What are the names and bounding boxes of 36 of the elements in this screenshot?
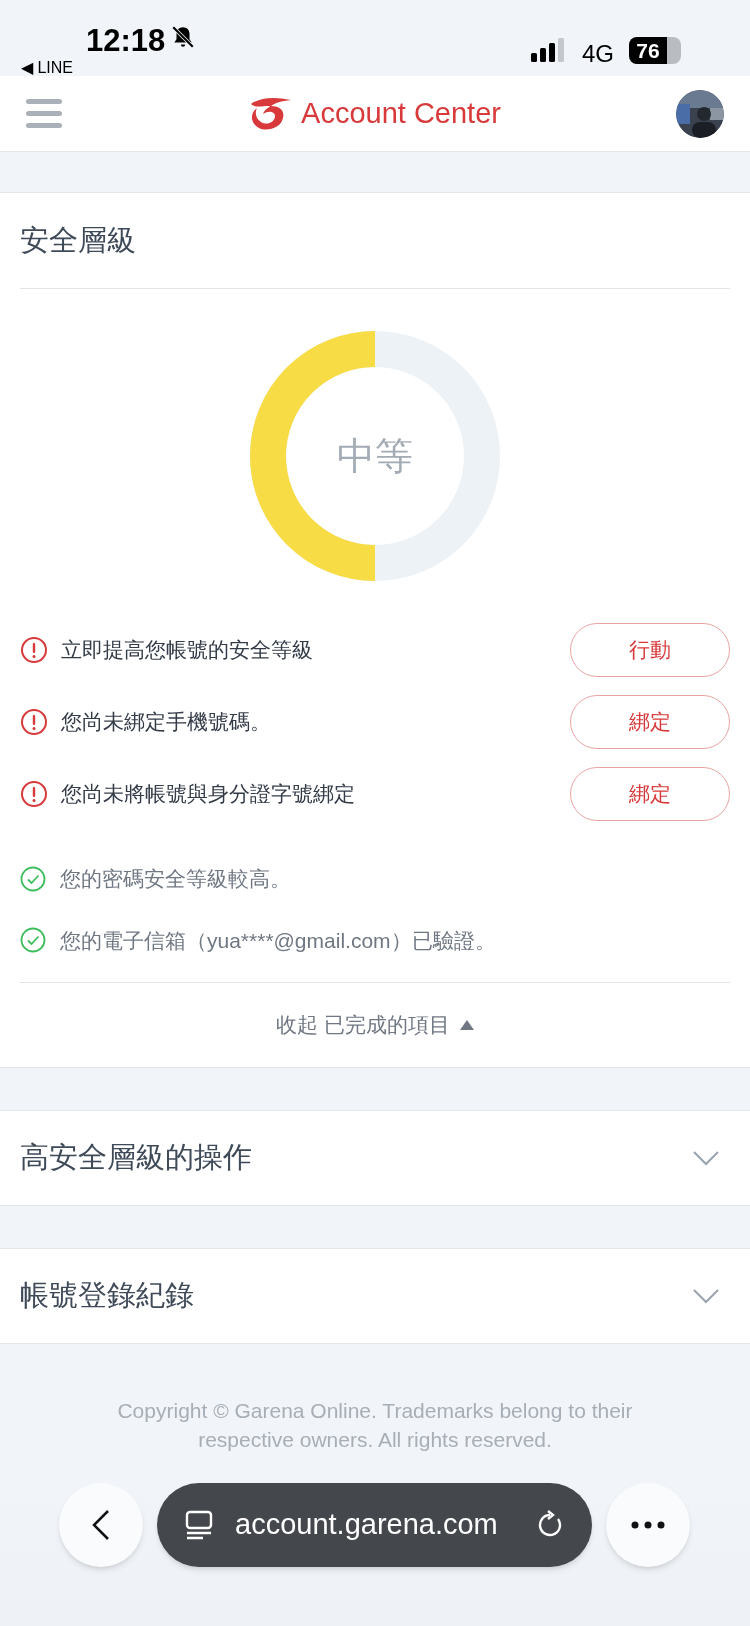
section-title: 安全層級 — [20, 222, 136, 258]
section-title: 帳號登錄紀錄 — [20, 1278, 194, 1314]
copyright-text: Copyright © Garena Online. Trademarks belong to their respective owners. All rights reserved. — [116, 1398, 634, 1453]
security-level-label: 中等 — [337, 433, 413, 479]
completed-text: 您的密碼安全等級較高。 — [60, 866, 291, 892]
page-icon — [185, 1510, 213, 1540]
completed-text: 您的電子信箱（yua****@gmail.com）已驗證。 — [60, 927, 496, 954]
check-circle-icon — [20, 927, 46, 954]
collapsible-section[interactable]: 高安全層級的操作 — [0, 1110, 750, 1206]
address-bar[interactable]: account.garena.com — [157, 1483, 592, 1567]
battery-level: 76 — [636, 37, 660, 64]
collapsible-section[interactable]: 帳號登錄紀錄 — [0, 1248, 750, 1344]
bell-muted-icon — [170, 24, 196, 50]
issue-text: 您尚未綁定手機號碼。 — [61, 709, 272, 736]
back-icon — [92, 1509, 110, 1541]
warning-icon — [20, 708, 48, 736]
collapse-toggle[interactable]: 收起 已完成的項目 — [20, 983, 730, 1067]
back-to-app-link[interactable]: ◀ LINE — [21, 60, 73, 76]
chevron-down-icon — [692, 1150, 720, 1166]
menu-icon[interactable] — [26, 98, 62, 129]
action-button[interactable]: 綁定 — [570, 767, 730, 821]
action-button[interactable]: 綁定 — [570, 695, 730, 749]
more-icon — [631, 1521, 665, 1529]
network-label: 4G — [582, 39, 614, 69]
warning-icon — [20, 780, 48, 808]
action-button[interactable]: 行動 — [570, 623, 730, 677]
issue-text: 您尚未將帳號與身分證字號綁定 — [61, 781, 356, 808]
header-title: Account Center — [301, 95, 501, 131]
check-circle-icon — [20, 865, 46, 892]
issue-text: 立即提高您帳號的安全等級 — [61, 637, 314, 664]
signal-icon — [531, 38, 565, 62]
url-text: account.garena.com — [235, 1507, 499, 1543]
section-title: 高安全層級的操作 — [20, 1140, 252, 1176]
chevron-down-icon — [692, 1288, 720, 1304]
status-time: 12:18 — [86, 22, 166, 60]
warning-icon — [20, 636, 48, 664]
